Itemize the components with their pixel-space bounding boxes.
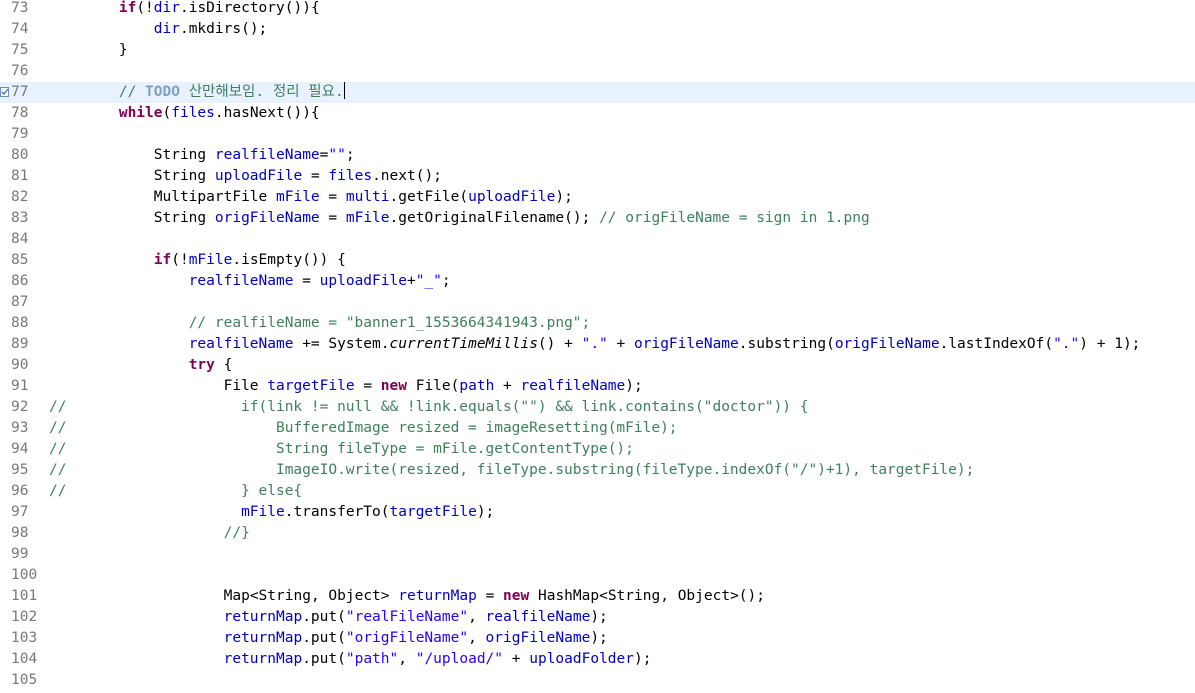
line-number: 96 [11, 483, 29, 499]
line-number: 78 [11, 105, 29, 121]
line-number: 92 [11, 399, 29, 415]
code-text[interactable]: String realfileName=""; [49, 145, 355, 166]
code-line[interactable]: 90 try { [0, 355, 1195, 376]
code-text[interactable]: returnMap.put("origFileName", origFileNa… [49, 628, 608, 649]
line-number: 89 [11, 336, 29, 352]
line-number: 74 [11, 21, 29, 37]
line-number: 73 [11, 0, 29, 16]
code-line[interactable]: 105 [0, 670, 1195, 691]
code-line[interactable]: 77 // TODO 산만해보임. 정리 필요. [0, 82, 1195, 103]
code-line[interactable]: 95 // ImageIO.write(resized, fileType.sub… [0, 460, 1195, 481]
line-number: 91 [11, 378, 29, 394]
code-line[interactable]: 100 [0, 565, 1195, 586]
code-text[interactable]: Map<String, Object> returnMap = new Hash… [49, 586, 765, 607]
code-line[interactable]: 75 } [0, 40, 1195, 61]
line-number: 103 [11, 630, 38, 646]
code-line[interactable]: 101 Map<String, Object> returnMap = new … [0, 586, 1195, 607]
line-number: 98 [11, 525, 29, 541]
code-text[interactable]: // TODO 산만해보임. 정리 필요. [49, 82, 345, 103]
text-cursor [343, 82, 345, 99]
line-number: 90 [11, 357, 29, 373]
line-number: 86 [11, 273, 29, 289]
line-number: 83 [11, 210, 29, 226]
line-number: 88 [11, 315, 29, 331]
line-number: 81 [11, 168, 29, 184]
code-text[interactable]: // BufferedImage resized = imageResettin… [49, 418, 678, 439]
code-line[interactable]: 82 MultipartFile mFile = multi.getFile(u… [0, 187, 1195, 208]
code-text[interactable]: String uploadFile = files.next(); [49, 166, 442, 187]
code-text[interactable]: // ImageIO.write(resized, fileType.subst… [49, 460, 974, 481]
code-text[interactable]: // realfileName = "banner1_1553664341943… [49, 313, 591, 334]
code-text[interactable]: } [49, 40, 128, 61]
line-number: 99 [11, 546, 29, 562]
code-text[interactable]: if(!dir.isDirectory()){ [49, 0, 320, 19]
line-number: 76 [11, 63, 29, 79]
code-line[interactable]: 99 [0, 544, 1195, 565]
code-line[interactable]: 91 File targetFile = new File(path + rea… [0, 376, 1195, 397]
code-line[interactable]: 89 realfileName += System.currentTimeMil… [0, 334, 1195, 355]
code-line[interactable]: 80 String realfileName=""; [0, 145, 1195, 166]
code-text[interactable]: //} [49, 523, 250, 544]
line-number: 80 [11, 147, 29, 163]
line-number: 100 [11, 567, 38, 583]
line-number: 94 [11, 441, 29, 457]
code-text[interactable]: returnMap.put("realFileName", realfileNa… [49, 607, 608, 628]
code-text[interactable]: MultipartFile mFile = multi.getFile(uplo… [49, 187, 573, 208]
line-number: 97 [11, 504, 29, 520]
code-text[interactable]: if(!mFile.isEmpty()) { [49, 250, 346, 271]
line-number: 95 [11, 462, 29, 478]
code-line[interactable]: 94 // String fileType = mFile.getContentT… [0, 439, 1195, 460]
line-number: 87 [11, 294, 29, 310]
code-line[interactable]: 86 realfileName = uploadFile+"_"; [0, 271, 1195, 292]
code-text[interactable]: while(files.hasNext()){ [49, 103, 320, 124]
code-line[interactable]: 81 String uploadFile = files.next(); [0, 166, 1195, 187]
code-line[interactable]: 76 [0, 61, 1195, 82]
code-text[interactable]: File targetFile = new File(path + realfi… [49, 376, 643, 397]
code-line[interactable]: 88 // realfileName = "banner1_1553664341… [0, 313, 1195, 334]
todo-task-icon[interactable] [0, 86, 10, 98]
line-number: 75 [11, 42, 29, 58]
code-text[interactable]: realfileName = uploadFile+"_"; [49, 271, 451, 292]
line-number: 105 [11, 672, 38, 688]
line-number: 93 [11, 420, 29, 436]
line-number: 79 [11, 126, 29, 142]
code-text[interactable]: // } else{ [49, 481, 302, 502]
code-line[interactable]: 96 // } else{ [0, 481, 1195, 502]
code-line[interactable]: 102 returnMap.put("realFileName", realfi… [0, 607, 1195, 628]
code-line[interactable]: 84 [0, 229, 1195, 250]
code-line[interactable]: 93 // BufferedImage resized = imageResett… [0, 418, 1195, 439]
line-number: 104 [11, 651, 38, 667]
code-line[interactable]: 83 String origFileName = mFile.getOrigin… [0, 208, 1195, 229]
line-number: 102 [11, 609, 38, 625]
code-line[interactable]: 98 //} [0, 523, 1195, 544]
code-text[interactable]: returnMap.put("path", "/upload/" + uploa… [49, 649, 652, 670]
code-editor[interactable]: 73 if(!dir.isDirectory()){74 dir.mkdirs(… [0, 0, 1195, 693]
line-number: 101 [11, 588, 38, 604]
code-line[interactable]: 103 returnMap.put("origFileName", origFi… [0, 628, 1195, 649]
code-line[interactable]: 79 [0, 124, 1195, 145]
code-text[interactable]: String origFileName = mFile.getOriginalF… [49, 208, 870, 229]
code-line[interactable]: 104 returnMap.put("path", "/upload/" + u… [0, 649, 1195, 670]
code-line[interactable]: 78 while(files.hasNext()){ [0, 103, 1195, 124]
code-line[interactable]: 87 [0, 292, 1195, 313]
code-text[interactable]: // if(link != null && !link.equals("") &… [49, 397, 809, 418]
code-line[interactable]: 85 if(!mFile.isEmpty()) { [0, 250, 1195, 271]
code-line[interactable]: 92 // if(link != null && !link.equals("")… [0, 397, 1195, 418]
code-text[interactable]: realfileName += System.currentTimeMillis… [49, 334, 1141, 355]
line-number: 85 [11, 252, 29, 268]
code-line[interactable]: 97 mFile.transferTo(targetFile); [0, 502, 1195, 523]
code-text[interactable]: dir.mkdirs(); [49, 19, 268, 40]
line-number: 82 [11, 189, 29, 205]
code-text[interactable]: mFile.transferTo(targetFile); [49, 502, 494, 523]
code-text[interactable]: // String fileType = mFile.getContentTyp… [49, 439, 634, 460]
code-line[interactable]: 73 if(!dir.isDirectory()){ [0, 0, 1195, 19]
code-line[interactable]: 74 dir.mkdirs(); [0, 19, 1195, 40]
line-number: 84 [11, 231, 29, 247]
code-text[interactable]: try { [49, 355, 233, 376]
